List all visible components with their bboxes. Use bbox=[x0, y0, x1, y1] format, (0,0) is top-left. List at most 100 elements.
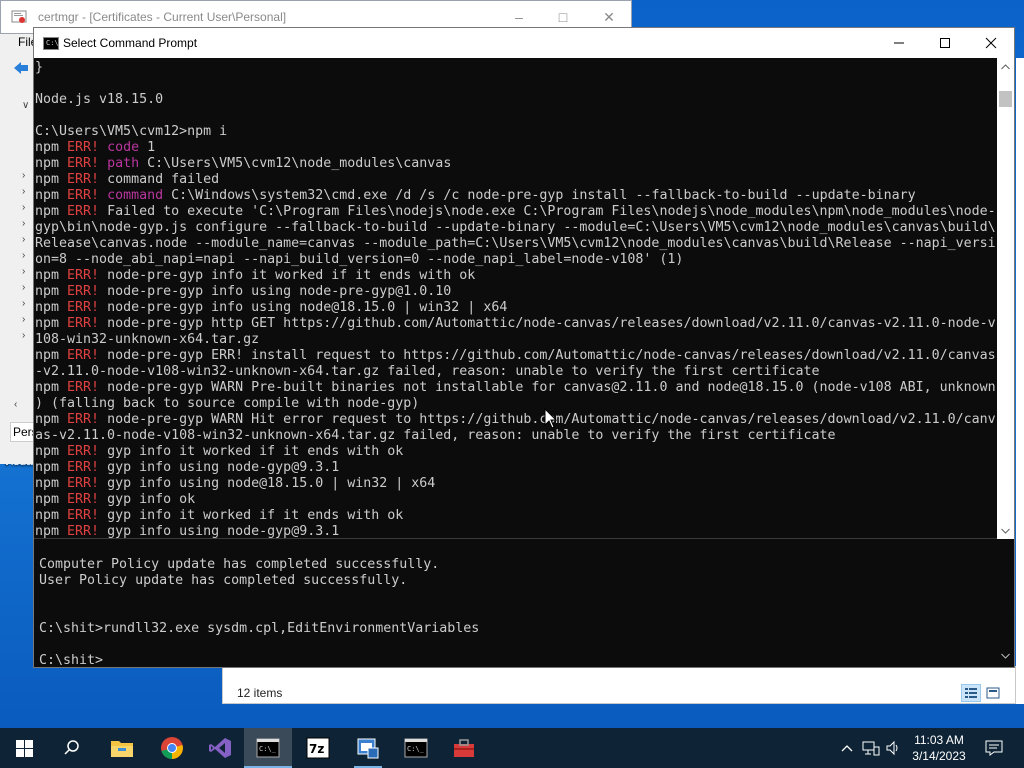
taskbar-certmgr[interactable] bbox=[344, 728, 392, 768]
certmgr-icon bbox=[357, 738, 379, 759]
maximize-icon bbox=[940, 38, 950, 48]
tree-expand-icon[interactable]: › bbox=[22, 314, 25, 325]
command-prompt-window[interactable]: C:\ Select Command Prompt } Node.js v18.1… bbox=[33, 27, 1015, 668]
close-button[interactable]: ✕ bbox=[598, 6, 620, 28]
taskbar-chrome[interactable] bbox=[148, 728, 196, 768]
console-line: npm ERR! gyp info using node@18.15.0 | w… bbox=[35, 476, 435, 492]
svg-text:7z: 7z bbox=[309, 742, 324, 756]
tree-collapse-icon[interactable]: ∨ bbox=[22, 100, 29, 111]
console-line: gyp\bin\node-gyp.js configure --fallback… bbox=[35, 220, 996, 236]
taskbar-command-prompt[interactable]: C:\_ bbox=[392, 728, 440, 768]
console-output-upper[interactable]: } Node.js v18.15.0 C:\Users\VM5\cvm12>npm … bbox=[34, 58, 997, 539]
svg-text:C:\_: C:\_ bbox=[407, 745, 425, 753]
error-tag: ERR! bbox=[67, 188, 100, 203]
scroll-down-arrow-icon[interactable] bbox=[997, 522, 1014, 539]
console-text: Failed to execute 'C:\Program Files\node… bbox=[99, 204, 996, 219]
taskbar-toolbox[interactable] bbox=[440, 728, 488, 768]
scroll-up-arrow-icon[interactable] bbox=[997, 58, 1014, 75]
notifications-button[interactable] bbox=[980, 728, 1008, 768]
windows-logo-icon bbox=[15, 739, 33, 757]
tree-expand-icon[interactable]: › bbox=[22, 330, 25, 341]
error-tag: ERR! bbox=[67, 444, 100, 459]
vertical-scrollbar-lower[interactable] bbox=[997, 539, 1014, 667]
maximize-button[interactable]: □ bbox=[552, 6, 574, 28]
chrome-icon bbox=[161, 737, 183, 759]
file-explorer-icon bbox=[111, 741, 133, 757]
error-tag: ERR! bbox=[67, 140, 100, 155]
clock[interactable]: 11:03 AM 3/14/2023 bbox=[904, 732, 974, 764]
tree-expand-icon[interactable]: › bbox=[22, 298, 25, 309]
console-text: Release\canvas.node --module_name=canvas… bbox=[35, 236, 996, 251]
svg-text:C:\_: C:\_ bbox=[259, 745, 277, 753]
tree-expand-icon[interactable]: › bbox=[22, 234, 25, 245]
console-text: npm bbox=[35, 460, 68, 475]
console-output-lower[interactable]: Computer Policy update has completed suc… bbox=[34, 539, 997, 667]
close-button[interactable] bbox=[968, 28, 1014, 58]
console-line: C:\shit>rundll32.exe sysdm.cpl,EditEnvir… bbox=[39, 621, 480, 636]
taskbar-7zip[interactable]: 7z bbox=[294, 728, 342, 768]
network-icon bbox=[862, 741, 880, 756]
tree-expand-icon[interactable]: › bbox=[22, 218, 25, 229]
network-button[interactable] bbox=[860, 728, 882, 768]
error-tag: ERR! bbox=[67, 524, 100, 539]
back-arrow-icon[interactable] bbox=[12, 60, 30, 76]
console-text: npm bbox=[35, 172, 68, 187]
details-view-button[interactable] bbox=[961, 684, 981, 702]
console-text: npm bbox=[35, 188, 68, 203]
visual-studio-icon bbox=[209, 738, 231, 758]
minimize-button[interactable]: – bbox=[508, 6, 530, 28]
clock-time: 11:03 AM bbox=[914, 733, 964, 747]
taskbar-file-explorer[interactable] bbox=[98, 728, 146, 768]
start-button[interactable] bbox=[0, 728, 48, 768]
explorer-window-edge bbox=[1016, 58, 1024, 704]
scroll-down-arrow-icon[interactable] bbox=[1001, 648, 1010, 662]
console-line: User Policy update has completed success… bbox=[39, 573, 408, 588]
tree-expand-icon[interactable]: › bbox=[22, 266, 25, 277]
notification-icon bbox=[985, 740, 1003, 756]
error-tag: ERR! bbox=[67, 204, 100, 219]
console-text: node-pre-gyp ERR! install request to htt… bbox=[99, 348, 996, 363]
tree-expand-icon[interactable]: › bbox=[22, 250, 25, 261]
tree-expand-icon[interactable]: › bbox=[22, 170, 25, 181]
console-line: ) (falling back to source compile with n… bbox=[35, 396, 419, 412]
taskbar-visual-studio[interactable] bbox=[196, 728, 244, 768]
certmgr-icon bbox=[11, 10, 27, 23]
command-prompt-titlebar[interactable]: C:\ Select Command Prompt bbox=[34, 28, 1014, 58]
console-line: npm ERR! Failed to execute 'C:\Program F… bbox=[35, 204, 996, 220]
console-text: npm bbox=[35, 284, 68, 299]
tree-expand-icon[interactable]: › bbox=[22, 186, 25, 197]
maximize-button[interactable] bbox=[922, 28, 968, 58]
console-text: gyp info ok bbox=[99, 492, 196, 507]
certmgr-tree-pane: File ∨ › › › › › › › › › › › ‹ bbox=[0, 34, 37, 464]
minimize-button[interactable] bbox=[876, 28, 922, 58]
volume-button[interactable] bbox=[883, 728, 903, 768]
command-prompt-title: Select Command Prompt bbox=[63, 36, 198, 50]
vertical-scrollbar[interactable] bbox=[997, 58, 1014, 539]
console-text: npm bbox=[35, 348, 68, 363]
large-icons-view-button[interactable] bbox=[983, 684, 1003, 702]
scroll-left-icon[interactable]: ‹ bbox=[14, 399, 34, 413]
console-text: gyp info using node-gyp@9.3.1 bbox=[99, 460, 340, 475]
console-text: C:\Users\VM5\cvm12>npm i bbox=[35, 124, 228, 139]
tree-expand-icon[interactable]: › bbox=[22, 202, 25, 213]
search-button[interactable] bbox=[48, 728, 96, 768]
error-tag: ERR! bbox=[67, 300, 100, 315]
console-text: npm bbox=[35, 316, 68, 331]
taskbar-command-prompt-active[interactable]: C:\_ bbox=[244, 728, 292, 768]
scrollbar-thumb[interactable] bbox=[999, 91, 1012, 107]
console-text: npm bbox=[35, 412, 68, 427]
console-text: npm bbox=[35, 300, 68, 315]
tree-item-personal[interactable]: Pers bbox=[10, 422, 34, 442]
console-line: Release\canvas.node --module_name=canvas… bbox=[35, 236, 996, 252]
volume-icon bbox=[886, 740, 898, 756]
tree-expand-icon[interactable]: › bbox=[22, 282, 25, 293]
show-hidden-icons-button[interactable] bbox=[838, 728, 856, 768]
console-text: node-pre-gyp http GET https://github.com… bbox=[99, 316, 996, 331]
console-line: npm ERR! gyp info using node-gyp@9.3.1 bbox=[35, 524, 339, 539]
console-line: npm ERR! gyp info using node-gyp@9.3.1 bbox=[35, 460, 339, 476]
error-field-name: code bbox=[107, 140, 140, 155]
console-text: node-pre-gyp info it worked if it ends w… bbox=[99, 268, 476, 283]
clock-date: 3/14/2023 bbox=[912, 749, 966, 763]
console-text: npm bbox=[35, 140, 68, 155]
